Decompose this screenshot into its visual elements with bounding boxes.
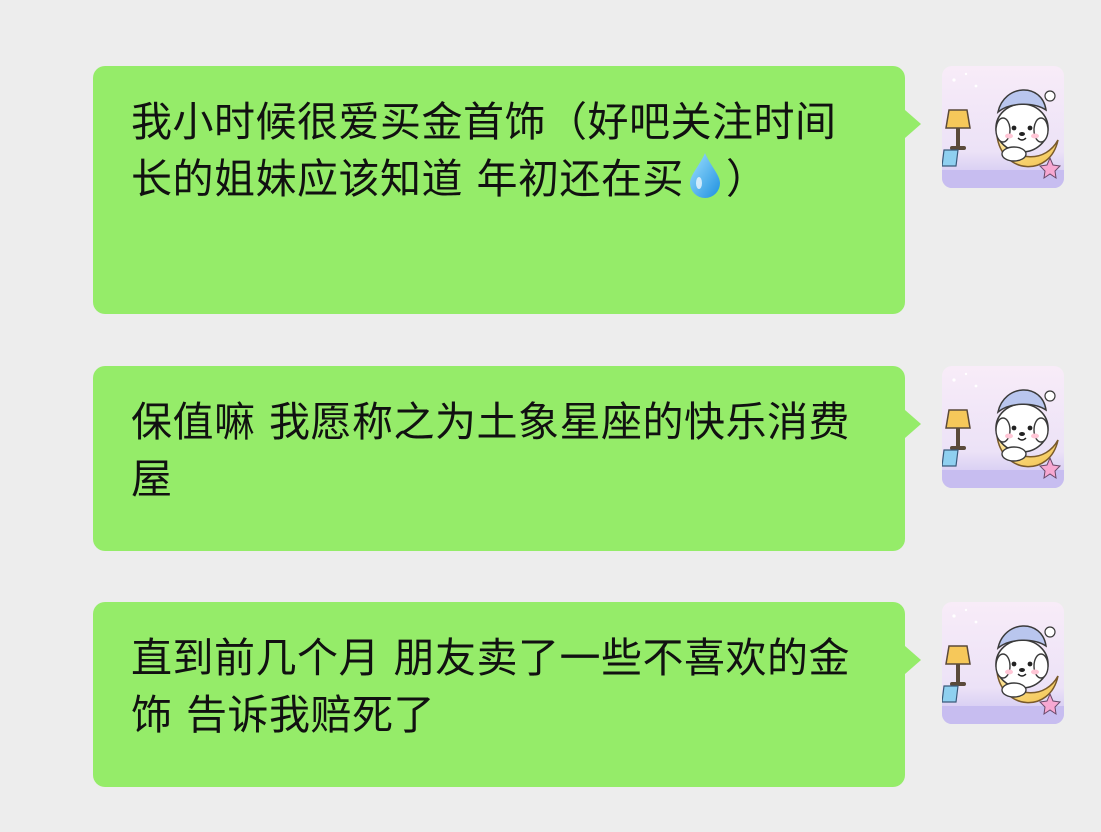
sleeping-dog-avatar-icon	[942, 602, 1064, 724]
sleeping-dog-avatar-icon	[942, 66, 1064, 188]
chat-view: 我小时候很爱买金首饰（好吧关注时间长的姐妹应该知道 年初还在买） 保值嘛 我愿称…	[0, 0, 1101, 832]
message-bubble[interactable]: 我小时候很爱买金首饰（好吧关注时间长的姐妹应该知道 年初还在买）	[93, 66, 921, 314]
message-text-tail: ）	[726, 155, 768, 203]
avatar[interactable]	[942, 602, 1064, 724]
message-text: 直到前几个月 朋友卖了一些不喜欢的金饰 告诉我赔死了	[131, 634, 851, 739]
sleeping-dog-avatar-icon	[942, 366, 1064, 488]
avatar[interactable]	[942, 66, 1064, 188]
droplet-icon	[688, 151, 722, 214]
message-bubble[interactable]: 保值嘛 我愿称之为土象星座的快乐消费屋	[93, 366, 921, 551]
avatar[interactable]	[942, 366, 1064, 488]
message-bubble[interactable]: 直到前几个月 朋友卖了一些不喜欢的金饰 告诉我赔死了	[93, 602, 921, 787]
message-text: 保值嘛 我愿称之为土象星座的快乐消费屋	[131, 398, 851, 503]
